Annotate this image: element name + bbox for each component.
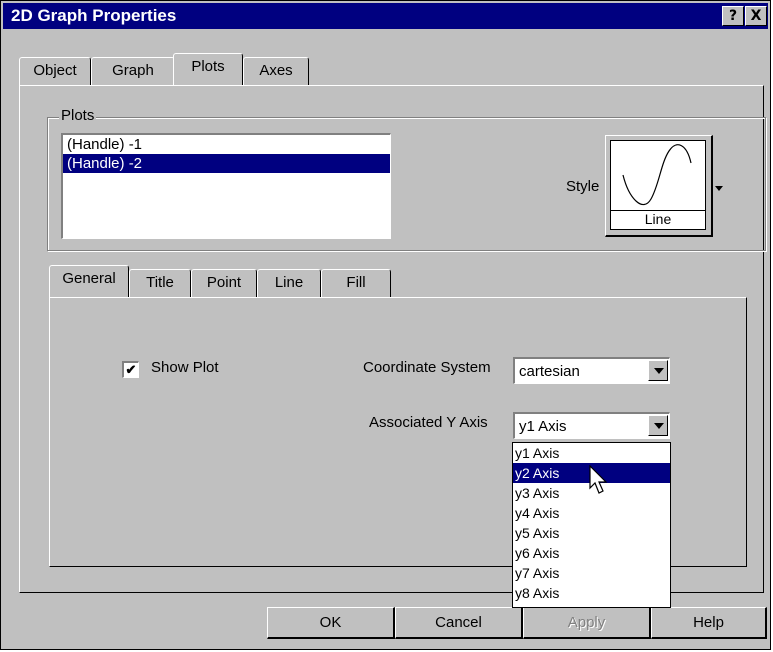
help-button[interactable]: Help bbox=[651, 607, 767, 639]
dropdown-option[interactable]: y4 Axis bbox=[513, 503, 670, 523]
mouse-pointer-icon bbox=[589, 465, 608, 494]
associated-y-axis-label: Associated Y Axis bbox=[369, 414, 488, 431]
dropdown-option[interactable]: y5 Axis bbox=[513, 523, 670, 543]
apply-button[interactable]: Apply bbox=[523, 607, 651, 639]
dropdown-option[interactable]: y1 Axis bbox=[513, 443, 670, 463]
close-button[interactable]: X bbox=[745, 6, 767, 26]
main-tab-strip: Object Graph Plots Axes bbox=[19, 53, 309, 87]
ok-button[interactable]: OK bbox=[267, 607, 395, 639]
style-preview: Line bbox=[610, 140, 706, 230]
list-item-selected[interactable]: (Handle) -2 bbox=[63, 154, 390, 173]
style-picker-button[interactable]: Line bbox=[605, 135, 713, 237]
chevron-down-icon bbox=[654, 368, 664, 374]
list-item[interactable]: (Handle) -1 bbox=[63, 135, 390, 154]
coordinate-system-select[interactable]: cartesian bbox=[513, 357, 670, 384]
show-plot-checkbox[interactable]: ✔ bbox=[122, 361, 139, 378]
tab-axes[interactable]: Axes bbox=[243, 57, 309, 85]
coordinate-system-value: cartesian bbox=[519, 363, 580, 380]
associated-y-axis-value: y1 Axis bbox=[519, 418, 567, 435]
cancel-button[interactable]: Cancel bbox=[395, 607, 523, 639]
tab-object[interactable]: Object bbox=[19, 57, 91, 85]
tab-graph[interactable]: Graph bbox=[91, 57, 175, 85]
subtab-line[interactable]: Line bbox=[257, 269, 321, 297]
title-bar[interactable]: 2D Graph Properties ? X bbox=[3, 3, 768, 29]
style-label: Style bbox=[566, 178, 600, 195]
dropdown-option[interactable]: y8 Axis bbox=[513, 583, 670, 603]
subtab-point[interactable]: Point bbox=[191, 269, 257, 297]
coordinate-system-label: Coordinate System bbox=[363, 359, 491, 376]
show-plot-label: Show Plot bbox=[151, 359, 219, 376]
dropdown-option[interactable]: y7 Axis bbox=[513, 563, 670, 583]
help-caption-button[interactable]: ? bbox=[722, 6, 744, 26]
sub-tab-strip: General Title Point Line Fill bbox=[49, 265, 391, 299]
plots-group-legend: Plots bbox=[59, 107, 97, 124]
style-dropdown-arrow-icon[interactable] bbox=[715, 186, 723, 191]
chevron-down-icon bbox=[654, 423, 664, 429]
tab-plots[interactable]: Plots bbox=[173, 53, 243, 85]
dialog-window: 2D Graph Properties ? X Object Graph Plo… bbox=[0, 0, 771, 650]
y-axis-dropdown-button[interactable] bbox=[648, 415, 668, 436]
plots-listbox[interactable]: (Handle) -1 (Handle) -2 bbox=[61, 133, 391, 239]
subtab-title[interactable]: Title bbox=[129, 269, 191, 297]
sine-wave-icon bbox=[622, 144, 692, 206]
checkmark-icon: ✔ bbox=[125, 362, 137, 377]
subtab-general[interactable]: General bbox=[49, 265, 129, 297]
associated-y-axis-select[interactable]: y1 Axis bbox=[513, 412, 670, 439]
window-title: 2D Graph Properties bbox=[11, 6, 177, 25]
dropdown-option[interactable]: y6 Axis bbox=[513, 543, 670, 563]
subtab-fill[interactable]: Fill bbox=[321, 269, 391, 297]
coordinate-dropdown-button[interactable] bbox=[648, 360, 668, 381]
style-value-label: Line bbox=[611, 210, 705, 227]
